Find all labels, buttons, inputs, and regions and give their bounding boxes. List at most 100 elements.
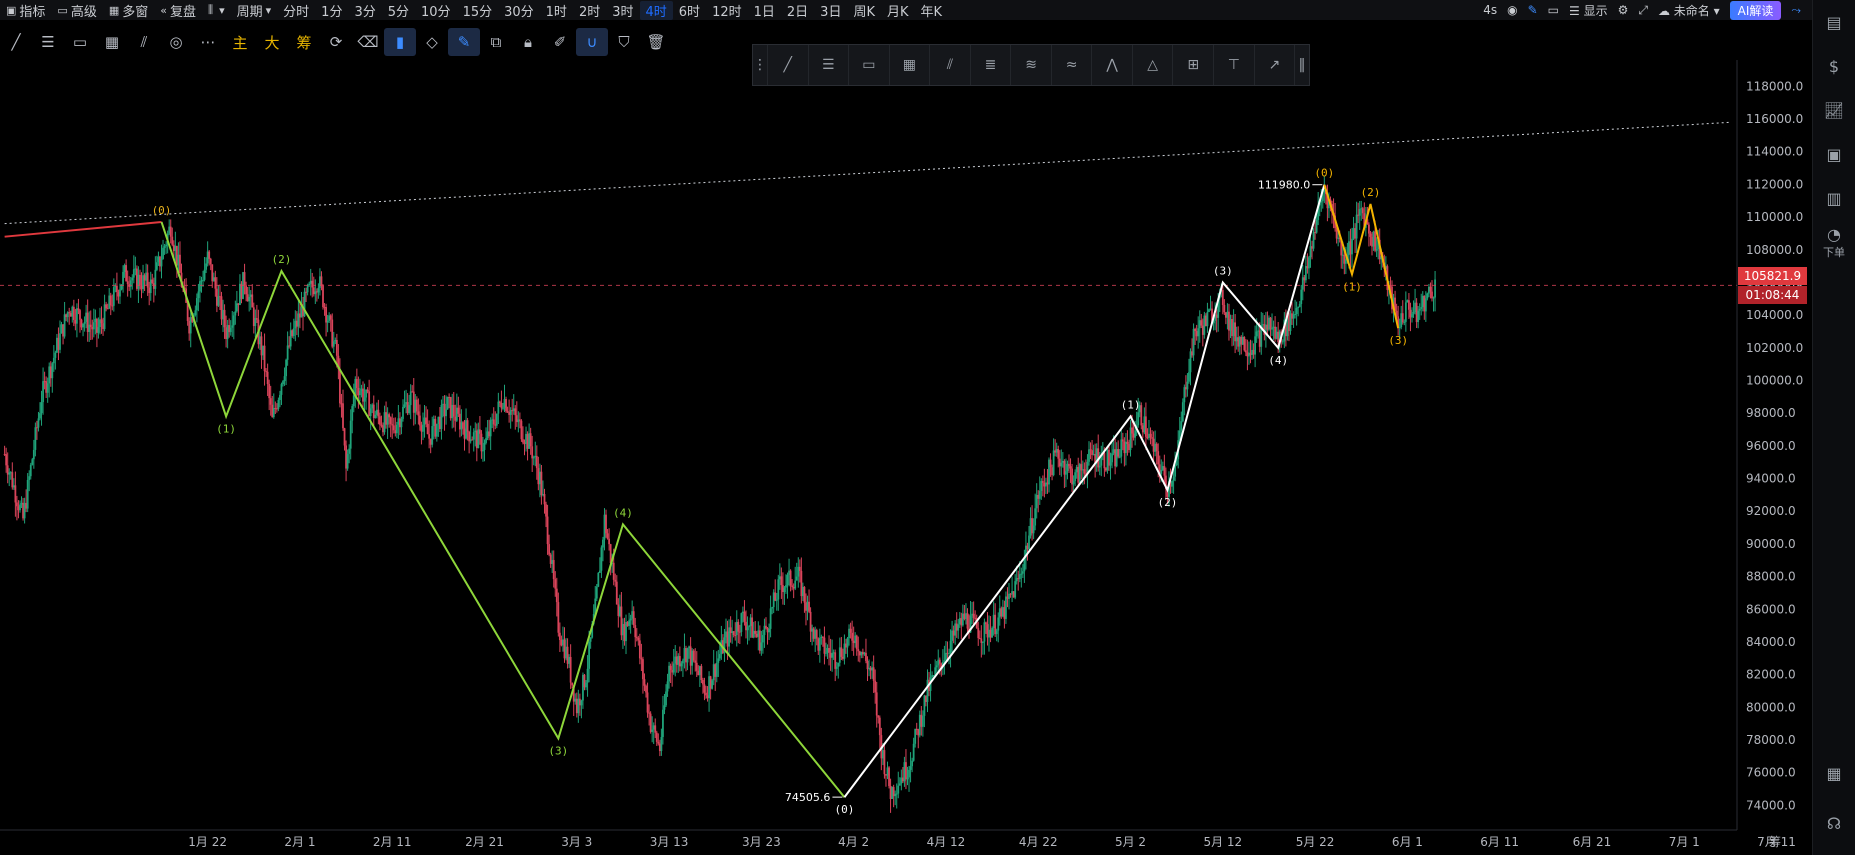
panel-close-icon[interactable]: ‖ (1295, 45, 1309, 85)
big-order-tool[interactable]: 大 (256, 28, 288, 56)
topbar-item-8[interactable]: 3分 (348, 1, 381, 20)
calendar-rail-icon[interactable]: ▥ (1813, 176, 1855, 220)
price-chart[interactable]: (0)(1)(2)(3)(4)(0)(1)(2)(3)(4)(0)(1)(2)(… (0, 0, 1855, 855)
topbar-item-18[interactable]: 12时 (706, 1, 748, 20)
settings-gear-icon[interactable]: ⚙ (1618, 3, 1629, 17)
topbar-item-15[interactable]: 3时 (606, 1, 639, 20)
topbar-item-7[interactable]: 1分 (315, 1, 348, 20)
topbar-item-3[interactable]: «复盘 (154, 1, 202, 20)
refresh-interval[interactable]: 4s (1483, 3, 1497, 17)
topbar-item-10[interactable]: 10分 (415, 1, 457, 20)
display-menu[interactable]: ☰ 显示 (1569, 2, 1608, 19)
candle (154, 256, 157, 296)
more-tools-icon[interactable]: ⋯ (192, 28, 224, 56)
topbar-item-5[interactable]: 周期 ▾ (231, 1, 278, 20)
rectangle-tool-icon[interactable]: ▭ (64, 28, 96, 56)
bookmark-icon[interactable]: ▮ (384, 28, 416, 56)
erase-drawing-icon[interactable]: ⌫ (352, 28, 384, 56)
candle (972, 601, 975, 626)
channel-tool-icon[interactable]: ⫽ (930, 45, 971, 85)
y-tick-label: 92000.0 (1746, 504, 1796, 518)
candle-body (169, 226, 172, 237)
topbar-item-21[interactable]: 3日 (814, 1, 847, 20)
topbar-item-11[interactable]: 15分 (457, 1, 499, 20)
ruler-tool-icon[interactable]: ▦ (96, 28, 128, 56)
candle-body (1117, 449, 1120, 457)
drag-handle-icon[interactable]: ⋮ (753, 45, 768, 85)
horizontal-lines-icon[interactable]: ☰ (32, 28, 64, 56)
candle-body (1201, 325, 1204, 335)
layout-name[interactable]: ☁ 未命名 ▾ (1658, 2, 1720, 19)
text-tool-icon[interactable]: ⊤ (1214, 45, 1255, 85)
topbar-item-13[interactable]: 1时 (540, 1, 573, 20)
candle-body (662, 709, 664, 738)
topbar-item-24[interactable]: 年K (915, 1, 949, 20)
layers-icon[interactable]: ▦ (1813, 751, 1855, 795)
edit-icon[interactable]: ✐ (544, 28, 576, 56)
order-button[interactable]: ◔ 下单 (1813, 220, 1855, 264)
topbar-item-9[interactable]: 5分 (382, 1, 415, 20)
news-icon[interactable]: ▣ (1813, 132, 1855, 176)
topbar-item-20[interactable]: 2日 (781, 1, 814, 20)
window-icon[interactable]: ▭ (1548, 3, 1559, 17)
headset-icon[interactable]: ☊ (1813, 801, 1855, 845)
candle (51, 361, 54, 393)
topbar-item-14[interactable]: 2时 (573, 1, 606, 20)
fib-tool-icon[interactable]: ≣ (971, 45, 1012, 85)
arrow-tool-icon[interactable]: ↗ (1255, 45, 1296, 85)
magnet-icon[interactable]: ∪ (576, 28, 608, 56)
candle-body (812, 628, 815, 639)
pen-icon[interactable]: ✎ (1528, 3, 1538, 17)
chip-tool[interactable]: 筹 (288, 28, 320, 56)
topbar-item-0[interactable]: ▣ 指标 (0, 1, 51, 20)
candle (62, 324, 64, 345)
candle-body (1432, 297, 1435, 299)
draw-mode-icon[interactable]: ✎ (448, 28, 480, 56)
eraser-icon[interactable]: ◇ (416, 28, 448, 56)
topbar-item-16[interactable]: 4时 (639, 0, 673, 20)
filter-icon[interactable]: ⛉ (608, 28, 640, 56)
topbar-item-2[interactable]: ▦ 多窗 (103, 1, 154, 20)
topbar-item-19[interactable]: 1日 (748, 1, 781, 20)
analysis-icon[interactable]: 📈︎ (1813, 88, 1855, 132)
fullscreen-icon[interactable]: ⤢ (1638, 3, 1648, 18)
watchlist-icon[interactable]: ▤ (1813, 0, 1855, 44)
lock-icon[interactable]: 🔒︎ (512, 28, 544, 56)
triangle-tool-icon[interactable]: △ (1133, 45, 1174, 85)
ai-button[interactable]: AI解读 (1729, 0, 1782, 20)
compare-icon[interactable]: ⧉ (480, 28, 512, 56)
camera-icon[interactable]: ◉ (1507, 3, 1517, 17)
topbar-item-6[interactable]: 分时 (277, 1, 315, 20)
share-icon[interactable]: ⤳ (1791, 3, 1801, 18)
main-force-tool[interactable]: 主 (224, 28, 256, 56)
hline-tool-icon[interactable]: ☰ (809, 45, 850, 85)
candle (137, 266, 140, 304)
candle (782, 572, 784, 605)
candle-body (126, 281, 129, 285)
segment-tool-icon[interactable]: ╱ (768, 45, 809, 85)
topbar-item-4[interactable]: ⫼ ▾ (202, 3, 231, 17)
topbar-item-12[interactable]: 30分 (498, 1, 540, 20)
wave3-tool-icon[interactable]: ≋ (1011, 45, 1052, 85)
topbar-item-22[interactable]: 周K (847, 1, 881, 20)
line-tool-icon[interactable]: ╱ (0, 28, 32, 56)
topbar-item-1[interactable]: ▭ 高级 (51, 1, 102, 20)
quote-icon[interactable]: $ (1813, 44, 1855, 88)
spiral-tool-icon[interactable]: ◎ (160, 28, 192, 56)
sync-icon[interactable]: ⟳ (320, 28, 352, 56)
candle-body (517, 419, 520, 423)
candle (618, 594, 621, 618)
candle-body (918, 714, 921, 736)
trash-icon[interactable]: 🗑︎ (640, 28, 672, 56)
topbar-item-23[interactable]: 月K (881, 1, 915, 20)
pattern-tool-icon[interactable]: ⋀ (1092, 45, 1133, 85)
measure-tool-icon[interactable]: ▦ (890, 45, 931, 85)
wave5-tool-icon[interactable]: ≈ (1052, 45, 1093, 85)
candle-body (818, 637, 821, 651)
candle-body (163, 246, 166, 248)
box-tool-icon[interactable]: ▭ (849, 45, 890, 85)
candle (912, 737, 915, 762)
parallel-channel-icon[interactable]: ⫽ (128, 28, 160, 56)
topbar-item-17[interactable]: 6时 (673, 1, 706, 20)
range-tool-icon[interactable]: ⊞ (1173, 45, 1215, 85)
